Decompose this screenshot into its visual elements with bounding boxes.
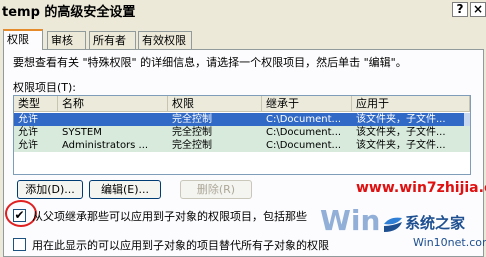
tab-owner[interactable]: 所有者 [89,31,136,49]
cell-type: 允许 [18,140,38,151]
replace-child-permissions-label: 用在此显示的可以应用到子对象的项目替代所有子对象的权限 [32,239,329,252]
column-header-name[interactable]: 名称 [58,96,168,112]
edit-button[interactable]: 编辑(E)... [89,180,161,199]
win-logo-watermark: Win [320,204,380,237]
site-url-watermark: Win10net.com [413,236,486,249]
help-button[interactable]: ? [452,2,468,17]
cell-permission: 完全控制 [172,140,212,151]
cell-applies-to: 该文件夹，子文件... [356,114,446,125]
column-header-applies-to[interactable]: 应用于 [352,96,470,112]
cell-applies-to: 该文件夹，子文件... [356,140,446,151]
table-row[interactable]: 允许 完全控制 C:\Document... 该文件夹，子文件... [14,113,470,126]
tab-effective-permissions[interactable]: 有效权限 [138,31,192,49]
cell-name: SYSTEM [62,127,102,138]
site-name-watermark: 系统之家 [405,214,466,232]
cell-name: Administrators ... [62,140,149,151]
column-header-inherited-from[interactable]: 继承于 [262,96,352,112]
inherit-permissions-checkbox[interactable]: ✔ [13,209,26,222]
permission-entries-label: 权限项目(T): [13,81,77,94]
cell-applies-to: 该文件夹，子文件... [356,127,446,138]
cell-inherited-from: C:\Document... [266,127,342,138]
cell-inherited-from: C:\Document... [266,140,342,151]
column-header-type[interactable]: 类型 [14,96,58,112]
table-row[interactable]: 允许 Administrators ... 完全控制 C:\Document..… [14,139,470,152]
permission-entries-list[interactable]: 类型 名称 权限 继承于 应用于 允许 完全控制 C:\Document... … [13,95,471,175]
window-title: temp 的高级安全设置 [2,5,136,20]
replace-child-permissions-checkbox[interactable] [13,238,26,251]
watermark-url-text: www.win7zhijia.cn [356,180,486,196]
svg-text:Win: Win [320,204,380,237]
cell-type: 允许 [18,114,38,125]
cell-inherited-from: C:\Document... [266,114,342,125]
cell-type: 允许 [18,127,38,138]
close-button[interactable]: × [470,2,486,17]
windows-flag-icon [384,217,402,232]
table-row[interactable]: 允许 SYSTEM 完全控制 C:\Document... 该文件夹，子文件..… [14,126,470,139]
add-button[interactable]: 添加(D)... [17,180,83,199]
instruction-text: 要想查看有关 "特殊权限" 的详细信息，请选择一个权限项目，然后单击 "编辑"。 [13,56,407,69]
inherit-permissions-label: 从父项继承那些可以应用到子对象的权限项目，包括那些 [32,210,307,223]
cell-permission: 完全控制 [172,127,212,138]
title-bar: temp 的高级安全设置 ? × [0,0,486,20]
tab-permissions[interactable]: 权限 [3,29,43,50]
tab-auditing[interactable]: 审核 [47,31,86,49]
column-header-permission[interactable]: 权限 [168,96,262,112]
remove-button[interactable]: 删除(R) [180,180,252,199]
cell-permission: 完全控制 [172,114,212,125]
